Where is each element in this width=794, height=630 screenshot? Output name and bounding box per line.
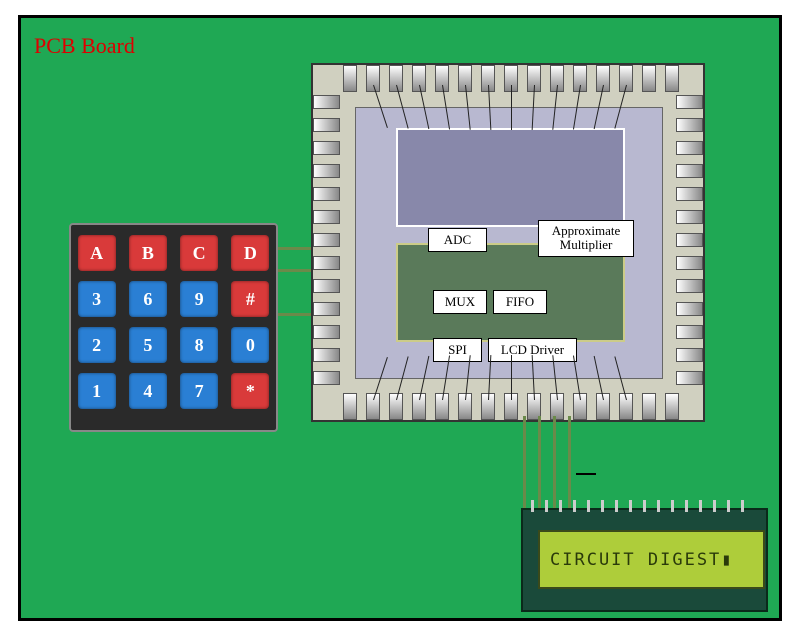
chip-pin [676,141,703,155]
chip-pin [676,233,703,247]
chip-pin [313,348,340,362]
lcd-pin [629,500,632,512]
wire [538,416,541,509]
key-D[interactable]: D [231,235,269,271]
chip-pin [313,141,340,155]
chip-pin [676,279,703,293]
lcd-pin [657,500,660,512]
chip-pin [676,118,703,132]
lcd-pin [727,500,730,512]
key-*[interactable]: * [231,373,269,409]
lcd-pin [699,500,702,512]
lcd-pin [587,500,590,512]
chip-pin [313,187,340,201]
chip-pin [676,371,703,385]
key-2[interactable]: 2 [78,327,116,363]
lcd-pin [643,500,646,512]
chip-pin [313,233,340,247]
adc-label: ADC [428,228,487,252]
mux-label: MUX [433,290,487,314]
chip-pin [676,187,703,201]
die-top-block [396,128,625,227]
lcd-pin [531,500,534,512]
key-9[interactable]: 9 [180,281,218,317]
bond-wire [511,85,512,130]
key-#[interactable]: # [231,281,269,317]
key-6[interactable]: 6 [129,281,167,317]
chip-pin [676,210,703,224]
lcd-screen: CIRCUIT DIGEST▮ [538,530,765,589]
key-B[interactable]: B [129,235,167,271]
lcd-module: CIRCUIT DIGEST▮ [521,508,768,612]
bond-wire [511,355,512,400]
chip-pin [642,65,656,92]
key-1[interactable]: 1 [78,373,116,409]
chip-pin [313,118,340,132]
chip-pin [676,348,703,362]
key-0[interactable]: 0 [231,327,269,363]
chip-pin [665,65,679,92]
pcb-board: PCB Board ABCD 369 #2580 147 * ADC Approxima… [18,15,782,621]
chip-pin [642,393,656,420]
chip-pin [313,371,340,385]
key-4[interactable]: 4 [129,373,167,409]
dash [576,473,596,475]
chip-pin [343,393,357,420]
chip-pin [676,325,703,339]
lcd-pin [615,500,618,512]
lcd-pin [713,500,716,512]
lcd-pin [545,500,548,512]
key-A[interactable]: A [78,235,116,271]
lcd-pin [573,500,576,512]
key-C[interactable]: C [180,235,218,271]
chip-pin [676,164,703,178]
key-5[interactable]: 5 [129,327,167,363]
lcd-pin [741,500,744,512]
wire [568,416,571,509]
chip-pin [313,302,340,316]
approx-multiplier-label: Approximate Multiplier [538,220,634,257]
chip-pin [313,210,340,224]
key-3[interactable]: 3 [78,281,116,317]
chip-pin [676,302,703,316]
chip-pin [313,95,340,109]
chip-pin [665,393,679,420]
chip-pin [313,325,340,339]
chip-pin [313,279,340,293]
lcd-pin [685,500,688,512]
fifo-label: FIFO [493,290,547,314]
ic-chip: ADC Approximate Multiplier MUX FIFO SPI … [311,63,705,422]
chip-pin [343,65,357,92]
frame: PCB Board ABCD 369 #2580 147 * ADC Approxima… [0,0,794,630]
chip-pin [313,164,340,178]
key-7[interactable]: 7 [180,373,218,409]
wire [523,416,526,509]
chip-pin [313,256,340,270]
board-title: PCB Board [34,33,135,59]
wire [553,416,556,509]
lcd-pin [559,500,562,512]
lcd-pin [601,500,604,512]
chip-pin [676,95,703,109]
chip-pin [676,256,703,270]
spi-label: SPI [433,338,482,362]
key-8[interactable]: 8 [180,327,218,363]
keypad[interactable]: ABCD 369 #2580 147 * [69,223,278,432]
lcd-pin [671,500,674,512]
